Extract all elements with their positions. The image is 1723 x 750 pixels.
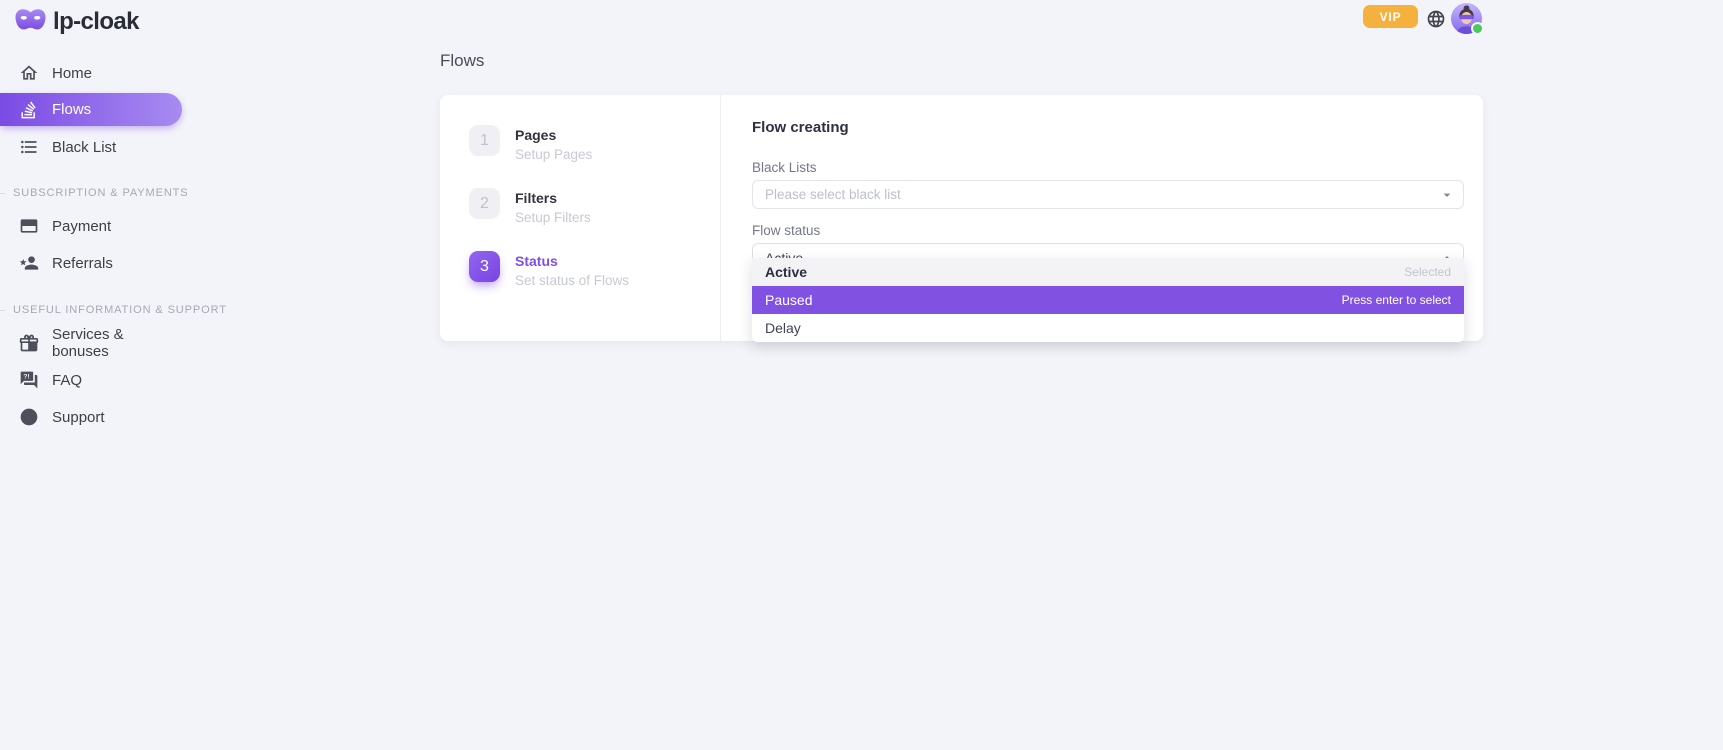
sidebar-section-subscription: SUBSCRIPTION & PAYMENTS <box>0 186 180 200</box>
sidebar-item-support[interactable]: Support <box>0 400 182 434</box>
globe-icon[interactable] <box>1426 9 1446 29</box>
option-delay[interactable]: Delay <box>752 314 1464 342</box>
option-label: Active <box>765 264 807 280</box>
sidebar-item-label: Support <box>52 409 105 426</box>
sidebar: lp-cloak Home Flows Black List SUBSCRIPT… <box>0 0 260 750</box>
black-lists-select[interactable]: Please select black list <box>752 180 1464 209</box>
black-lists-placeholder: Please select black list <box>765 187 901 202</box>
flow-status-dropdown: Active Selected Paused Press enter to se… <box>752 258 1464 342</box>
form-title: Flow creating <box>752 119 1464 136</box>
app-logo[interactable]: lp-cloak <box>15 8 139 36</box>
black-list-icon <box>19 137 39 157</box>
sidebar-item-black-list[interactable]: Black List <box>0 130 182 164</box>
step-title: Pages <box>515 125 592 143</box>
section-title: USEFUL INFORMATION & SUPPORT <box>13 304 227 316</box>
step-title: Filters <box>515 188 591 206</box>
wizard-steps: 1 Pages Setup Pages 2 Filters Setup Filt… <box>440 95 721 341</box>
sidebar-item-label: Payment <box>52 218 111 235</box>
sidebar-item-payment[interactable]: Payment <box>0 209 182 243</box>
referrals-icon <box>19 253 39 273</box>
sidebar-item-flows[interactable]: Flows <box>0 93 182 126</box>
step-number: 1 <box>469 125 500 156</box>
step-title: Status <box>515 251 629 269</box>
sidebar-item-label: Black List <box>52 139 116 156</box>
option-hint: Press enter to select <box>1342 293 1451 307</box>
step-subtitle: Setup Filters <box>515 210 591 225</box>
sidebar-item-label: Referrals <box>52 255 113 272</box>
step-pages[interactable]: 1 Pages Setup Pages <box>469 125 720 171</box>
sidebar-section-support: USEFUL INFORMATION & SUPPORT <box>0 303 180 317</box>
payment-icon <box>19 216 39 236</box>
step-number: 3 <box>469 251 500 282</box>
vip-button[interactable]: VIP <box>1363 5 1418 28</box>
flows-icon <box>19 100 39 120</box>
faq-icon: ?! <box>19 370 39 390</box>
svg-text:?!: ?! <box>23 374 29 381</box>
step-number: 2 <box>469 188 500 219</box>
services-icon <box>19 333 39 353</box>
sidebar-item-label: Services & bonuses <box>52 326 182 360</box>
step-subtitle: Set status of Flows <box>515 273 629 288</box>
step-subtitle: Setup Pages <box>515 147 592 162</box>
sidebar-item-label: Home <box>52 65 92 82</box>
sidebar-item-label: Flows <box>52 101 91 118</box>
option-label: Paused <box>765 292 812 308</box>
step-status[interactable]: 3 Status Set status of Flows <box>469 251 720 297</box>
sidebar-item-services[interactable]: Services & bonuses <box>0 326 182 360</box>
option-paused[interactable]: Paused Press enter to select <box>752 286 1464 314</box>
sidebar-item-faq[interactable]: ?! FAQ <box>0 363 182 397</box>
sidebar-item-referrals[interactable]: Referrals <box>0 246 182 280</box>
flow-status-label: Flow status <box>752 223 1464 238</box>
sidebar-item-label: FAQ <box>52 372 82 389</box>
page-title: Flows <box>440 51 484 71</box>
support-icon <box>19 407 39 427</box>
online-status-dot <box>1473 24 1482 33</box>
home-icon <box>19 63 39 83</box>
flow-wizard-card: 1 Pages Setup Pages 2 Filters Setup Filt… <box>440 95 1483 341</box>
option-label: Delay <box>765 320 801 336</box>
step-filters[interactable]: 2 Filters Setup Filters <box>469 188 720 234</box>
section-title: SUBSCRIPTION & PAYMENTS <box>13 187 189 199</box>
option-active[interactable]: Active Selected <box>752 258 1464 286</box>
sidebar-item-home[interactable]: Home <box>0 56 182 90</box>
flow-creating-form: Flow creating Black Lists Please select … <box>721 95 1483 341</box>
mask-logo-icon <box>15 9 46 36</box>
option-hint: Selected <box>1404 265 1451 279</box>
black-lists-label: Black Lists <box>752 160 1464 175</box>
app-name: lp-cloak <box>53 8 139 36</box>
chevron-down-icon <box>1439 187 1455 203</box>
